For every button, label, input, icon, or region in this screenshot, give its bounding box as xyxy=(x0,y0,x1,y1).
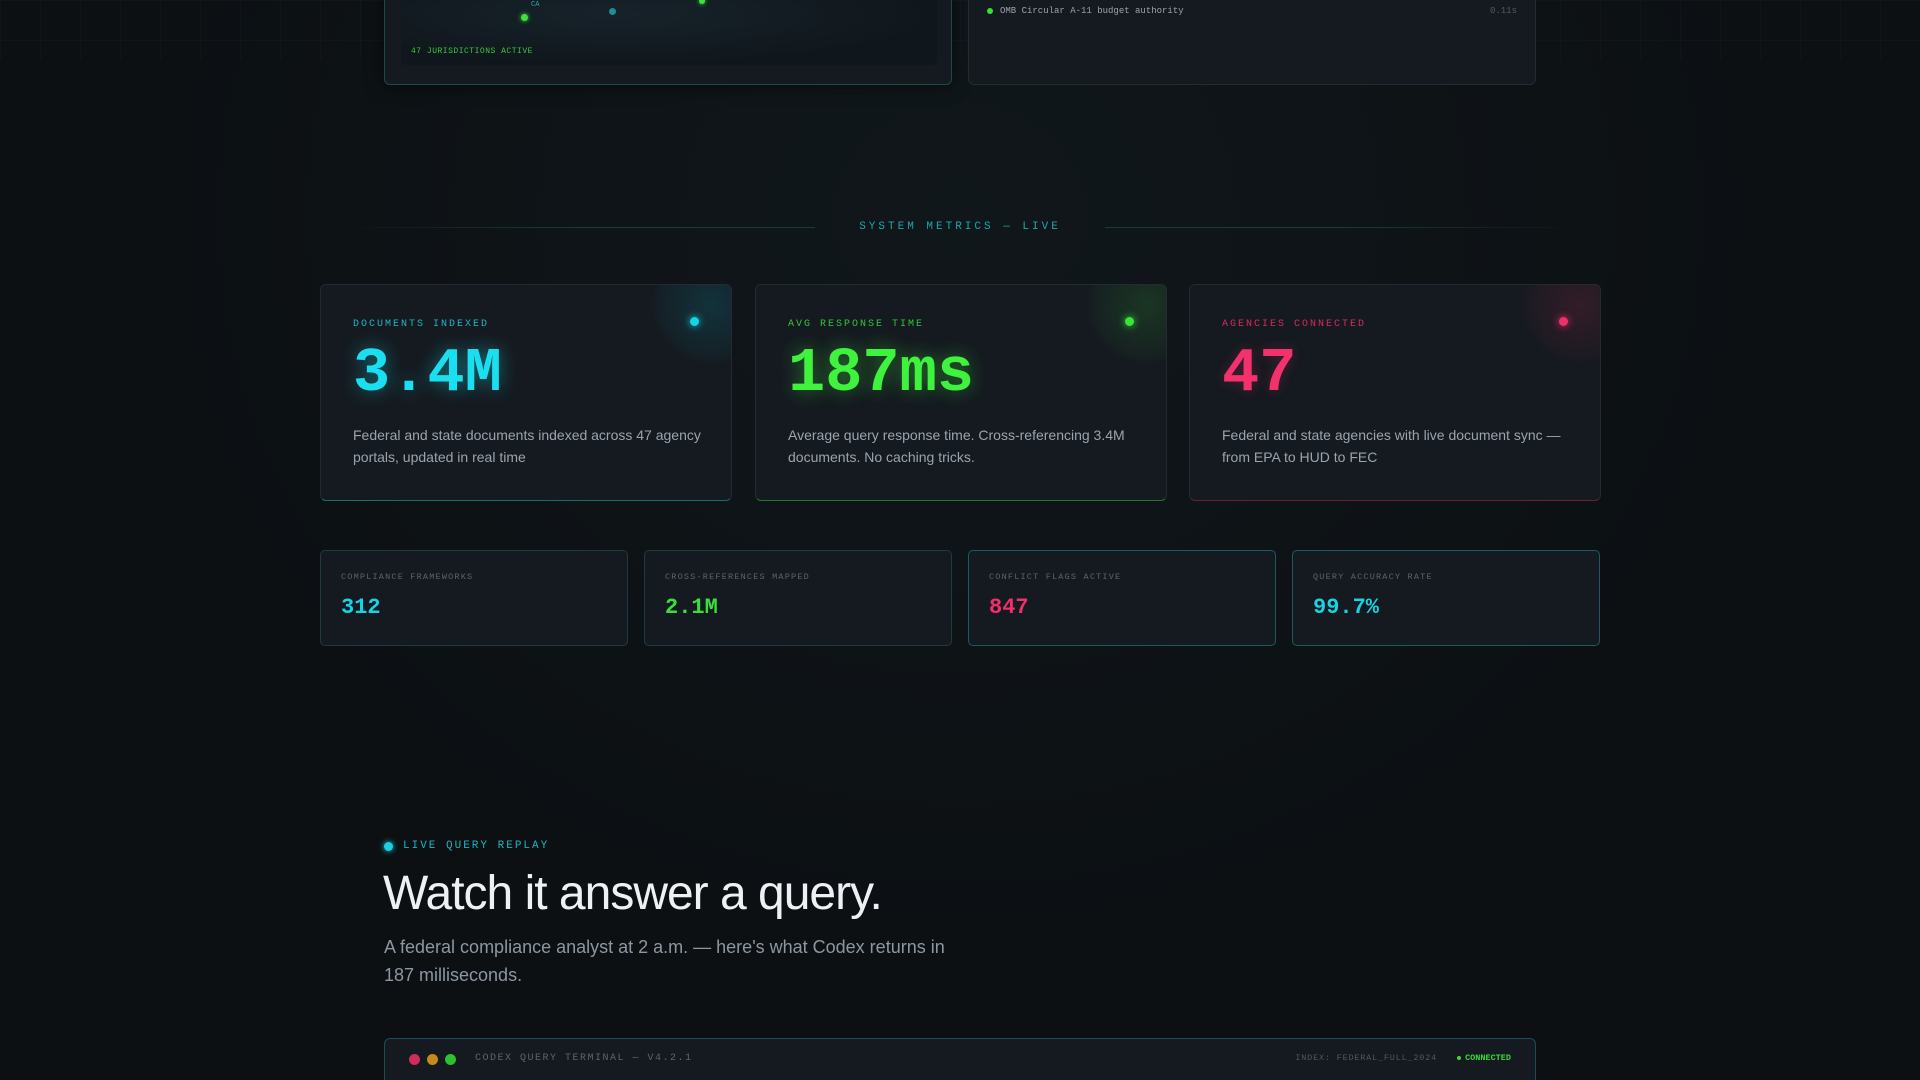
metric-card-agencies-connected: AGENCIES CONNECTED 47 Federal and state … xyxy=(1189,284,1601,501)
authority-result-row[interactable]: OMB Circular A-11 budget authority 0.11s xyxy=(987,6,1517,16)
metric-label: AGENCIES CONNECTED xyxy=(1222,319,1367,330)
metric-label: AVG RESPONSE TIME xyxy=(788,319,925,330)
authority-results-panel: OMB Circular A-11 budget authority 0.11s xyxy=(968,0,1536,85)
stat-label: CROSS-REFERENCES MAPPED xyxy=(665,572,810,582)
stat-card-query-accuracy: QUERY ACCURACY RATE 99.7% xyxy=(1292,550,1600,646)
metric-value: 3.4M xyxy=(353,338,502,409)
status-dot-icon xyxy=(690,317,699,326)
stat-label: COMPLIANCE FRAMEWORKS xyxy=(341,572,474,582)
status-dot-icon xyxy=(987,8,993,14)
stat-card-cross-references: CROSS-REFERENCES MAPPED 2.1M xyxy=(644,550,952,646)
close-dot-icon[interactable] xyxy=(409,1054,420,1065)
map-marker[interactable] xyxy=(699,0,705,4)
metric-description: Federal and state agencies with live doc… xyxy=(1222,427,1561,465)
divider xyxy=(1104,226,1580,228)
connection-status: CONNECTED xyxy=(1457,1053,1511,1063)
metric-value: 187ms xyxy=(788,338,975,409)
stat-label: CONFLICT FLAGS ACTIVE xyxy=(989,572,1122,582)
maximize-dot-icon[interactable] xyxy=(445,1054,456,1065)
connection-status-text: CONNECTED xyxy=(1465,1053,1511,1063)
stat-value: 312 xyxy=(341,595,381,620)
metric-card-avg-response-time: AVG RESPONSE TIME 187ms Average query re… xyxy=(755,284,1167,501)
terminal-title: CODEX QUERY TERMINAL — V4.2.1 xyxy=(475,1053,693,1064)
status-dot-icon xyxy=(1125,317,1134,326)
stat-card-conflict-flags: CONFLICT FLAGS ACTIVE 847 xyxy=(968,550,1276,646)
jurisdiction-map-panel: CA 47 JURISDICTIONS ACTIVE xyxy=(384,0,952,85)
map-marker[interactable] xyxy=(521,14,528,21)
stat-value: 99.7% xyxy=(1313,595,1380,620)
replay-eyebrow-text: LIVE QUERY REPLAY xyxy=(403,840,550,852)
replay-eyebrow: LIVE QUERY REPLAY xyxy=(384,840,549,852)
authority-result-time: 0.11s xyxy=(1489,6,1517,16)
map-marker[interactable] xyxy=(609,8,616,15)
metric-card-documents-indexed: DOCUMENTS INDEXED 3.4M Federal and state… xyxy=(320,284,732,501)
metrics-section-heading: SYSTEM METRICS — LIVE xyxy=(340,221,1580,233)
window-controls xyxy=(409,1054,463,1065)
grid-background xyxy=(0,0,1920,60)
jurisdictions-active-label: 47 JURISDICTIONS ACTIVE xyxy=(411,47,533,56)
terminal-index: INDEX: FEDERAL_FULL_2024 xyxy=(1295,1053,1437,1063)
stat-card-compliance-frameworks: COMPLIANCE FRAMEWORKS 312 xyxy=(320,550,628,646)
minimize-dot-icon[interactable] xyxy=(427,1054,438,1065)
authority-result-text: OMB Circular A-11 budget authority xyxy=(1000,6,1184,16)
metric-description: Federal and state documents indexed acro… xyxy=(353,427,701,465)
replay-subtitle: A federal compliance analyst at 2 a.m. —… xyxy=(384,937,945,985)
stat-label: QUERY ACCURACY RATE xyxy=(1313,572,1433,582)
stat-value: 2.1M xyxy=(665,595,718,620)
stat-value: 847 xyxy=(989,595,1029,620)
live-dot-icon xyxy=(384,841,393,851)
connected-dot-icon xyxy=(1457,1056,1462,1060)
metrics-heading-text: SYSTEM METRICS — LIVE xyxy=(859,221,1061,233)
metric-description: Average query response time. Cross-refer… xyxy=(788,427,1125,465)
map-state-label: CA xyxy=(531,1,540,9)
query-terminal: CODEX QUERY TERMINAL — V4.2.1 INDEX: FED… xyxy=(384,1038,1536,1080)
status-dot-icon xyxy=(1559,317,1568,326)
divider xyxy=(340,226,816,228)
replay-title: Watch it answer a query. xyxy=(383,867,883,920)
metric-value: 47 xyxy=(1222,338,1297,409)
page: CA 47 JURISDICTIONS ACTIVE OMB Circular … xyxy=(0,0,1920,1080)
metric-label: DOCUMENTS INDEXED xyxy=(353,319,490,330)
